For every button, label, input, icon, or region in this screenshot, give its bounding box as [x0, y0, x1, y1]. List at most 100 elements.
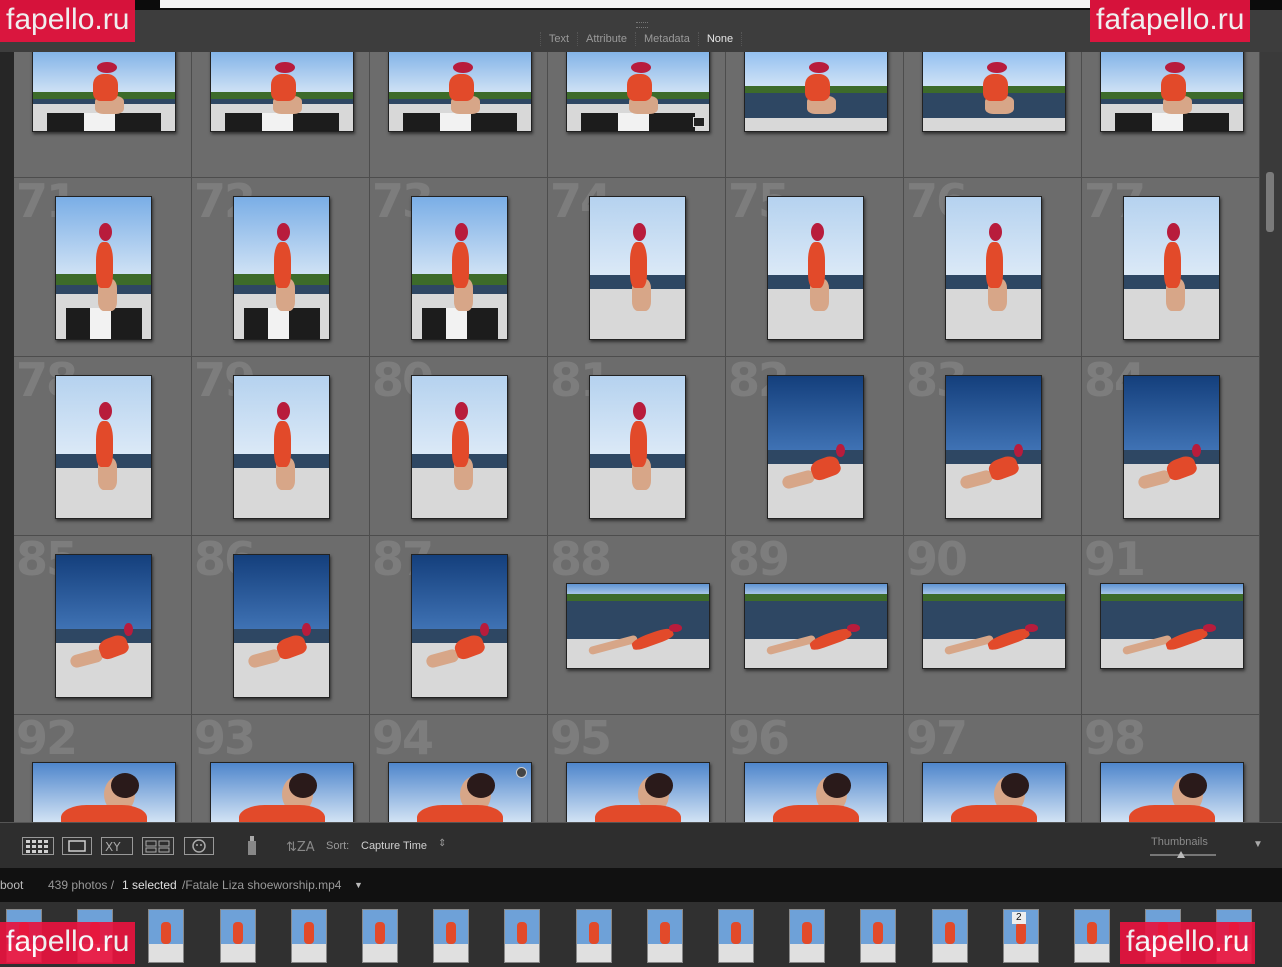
grid-cell[interactable]: 94 — [370, 715, 548, 822]
filmstrip-thumbnail[interactable] — [148, 909, 185, 963]
photo-thumbnail[interactable] — [566, 583, 710, 669]
source-dropdown-icon[interactable]: ▼ — [354, 880, 363, 890]
filter-none[interactable]: None — [697, 32, 743, 46]
photo-thumbnail[interactable] — [233, 196, 330, 340]
filmstrip[interactable]: 2 — [0, 902, 1282, 967]
photo-thumbnail[interactable] — [922, 583, 1066, 669]
photo-thumbnail[interactable] — [210, 52, 354, 132]
grid-cell[interactable]: 98 — [1082, 715, 1260, 822]
photo-thumbnail[interactable] — [744, 762, 888, 822]
grid-cell[interactable]: 96 — [726, 715, 904, 822]
filmstrip-thumbnail[interactable]: 2 — [1002, 909, 1039, 963]
left-panel-edge[interactable] — [0, 52, 14, 822]
photo-thumbnail[interactable] — [55, 554, 152, 698]
photo-thumbnail[interactable] — [945, 196, 1042, 340]
photo-thumbnail[interactable] — [1123, 375, 1220, 519]
grid-cell[interactable]: 84 — [1082, 357, 1260, 536]
grid-cell[interactable]: 66 — [370, 52, 548, 178]
grid-cell[interactable]: 77 — [1082, 178, 1260, 357]
photo-thumbnail[interactable] — [1100, 52, 1244, 132]
painter-icon[interactable] — [244, 833, 260, 859]
filmstrip-thumbnail[interactable] — [504, 909, 541, 963]
grid-cell[interactable]: 72 — [192, 178, 370, 357]
sort-dropdown-icon[interactable]: ⇕ — [438, 838, 446, 849]
photo-thumbnail[interactable] — [32, 52, 176, 132]
photo-thumbnail[interactable] — [411, 554, 508, 698]
photo-thumbnail[interactable] — [388, 52, 532, 132]
sort-direction-icon[interactable]: ⇅ZA — [284, 835, 320, 857]
compare-view-icon[interactable]: XY — [101, 837, 133, 855]
grid-cell[interactable]: 75 — [726, 178, 904, 357]
grid-cell[interactable]: 85 — [14, 536, 192, 715]
filmstrip-thumbnail[interactable] — [1074, 909, 1110, 963]
filmstrip-thumbnail[interactable] — [646, 909, 683, 963]
photo-thumbnail[interactable] — [1123, 196, 1220, 340]
grid-cell[interactable]: 79 — [192, 357, 370, 536]
photo-thumbnail[interactable] — [233, 554, 330, 698]
grid-cell[interactable]: 81 — [548, 357, 726, 536]
grid-cell[interactable]: 91 — [1082, 536, 1260, 715]
grid-cell[interactable]: 64 — [14, 52, 192, 178]
photo-thumbnail[interactable] — [922, 52, 1066, 132]
photo-thumbnail[interactable] — [767, 375, 864, 519]
grid-cell[interactable]: 97 — [904, 715, 1082, 822]
filmstrip-thumbnail[interactable] — [789, 909, 826, 963]
grid-cell[interactable]: 83 — [904, 357, 1082, 536]
grid-cell[interactable]: 82 — [726, 357, 904, 536]
photo-thumbnail[interactable] — [55, 196, 152, 340]
filmstrip-thumbnail[interactable] — [433, 909, 470, 963]
filmstrip-thumbnail[interactable] — [575, 909, 612, 963]
photo-thumbnail[interactable] — [945, 375, 1042, 519]
loupe-view-icon[interactable] — [62, 837, 92, 855]
grid-cell[interactable]: 71 — [14, 178, 192, 357]
photo-thumbnail[interactable] — [589, 196, 686, 340]
photo-thumbnail[interactable] — [767, 196, 864, 340]
grid-cell[interactable]: 90 — [904, 536, 1082, 715]
filmstrip-thumbnail[interactable] — [718, 909, 754, 963]
sort-value[interactable]: Capture Time — [361, 840, 427, 852]
source-label[interactable]: boot — [0, 878, 23, 892]
grid-cell[interactable]: 95 — [548, 715, 726, 822]
grid-cell[interactable]: 70 — [1082, 52, 1260, 178]
grid-cell[interactable]: 89 — [726, 536, 904, 715]
grid-cell[interactable]: 76 — [904, 178, 1082, 357]
toolbar-menu-chevron-icon[interactable]: ▼ — [1253, 839, 1263, 850]
grid-cell[interactable]: 68 — [726, 52, 904, 178]
filter-metadata[interactable]: Metadata — [634, 32, 698, 46]
grid-cell[interactable]: 73 — [370, 178, 548, 357]
people-view-icon[interactable] — [184, 837, 214, 855]
grid-scrollbar[interactable] — [1260, 52, 1282, 822]
photo-thumbnail[interactable] — [744, 52, 888, 132]
grid-cell[interactable]: 67 — [548, 52, 726, 178]
grid-cell[interactable]: 88 — [548, 536, 726, 715]
photo-thumbnail[interactable] — [922, 762, 1066, 822]
panel-collapse-grip[interactable] — [636, 22, 648, 28]
photo-thumbnail[interactable] — [388, 762, 532, 822]
photo-thumbnail[interactable] — [589, 375, 686, 519]
photo-thumbnail[interactable] — [566, 52, 710, 132]
grid-cell[interactable]: 87 — [370, 536, 548, 715]
filmstrip-thumbnail[interactable] — [860, 909, 897, 963]
filmstrip-thumbnail[interactable] — [290, 909, 327, 963]
filmstrip-thumbnail[interactable] — [931, 909, 968, 963]
grid-cell[interactable]: 92 — [14, 715, 192, 822]
grid-cell[interactable]: 65 — [192, 52, 370, 178]
filmstrip-thumbnail[interactable] — [219, 909, 256, 963]
source-filename[interactable]: /Fatale Liza shoeworship.mp4 — [182, 878, 341, 892]
grid-cell[interactable]: 74 — [548, 178, 726, 357]
photo-thumbnail[interactable] — [1100, 583, 1244, 669]
photo-thumbnail[interactable] — [744, 583, 888, 669]
photo-thumbnail[interactable] — [411, 375, 508, 519]
photo-thumbnail[interactable] — [233, 375, 330, 519]
grid-cell[interactable]: 80 — [370, 357, 548, 536]
survey-view-icon[interactable] — [142, 837, 174, 855]
quick-collection-dot-icon[interactable] — [516, 767, 527, 778]
stack-badge-icon[interactable] — [693, 117, 705, 127]
grid-cell[interactable]: 78 — [14, 357, 192, 536]
photo-thumbnail[interactable] — [210, 762, 354, 822]
filmstrip-thumbnail[interactable] — [362, 909, 398, 963]
photo-thumbnail[interactable] — [411, 196, 508, 340]
photo-thumbnail[interactable] — [55, 375, 152, 519]
photo-thumbnail[interactable] — [1100, 762, 1244, 822]
grid-scrollbar-thumb[interactable] — [1266, 172, 1274, 232]
